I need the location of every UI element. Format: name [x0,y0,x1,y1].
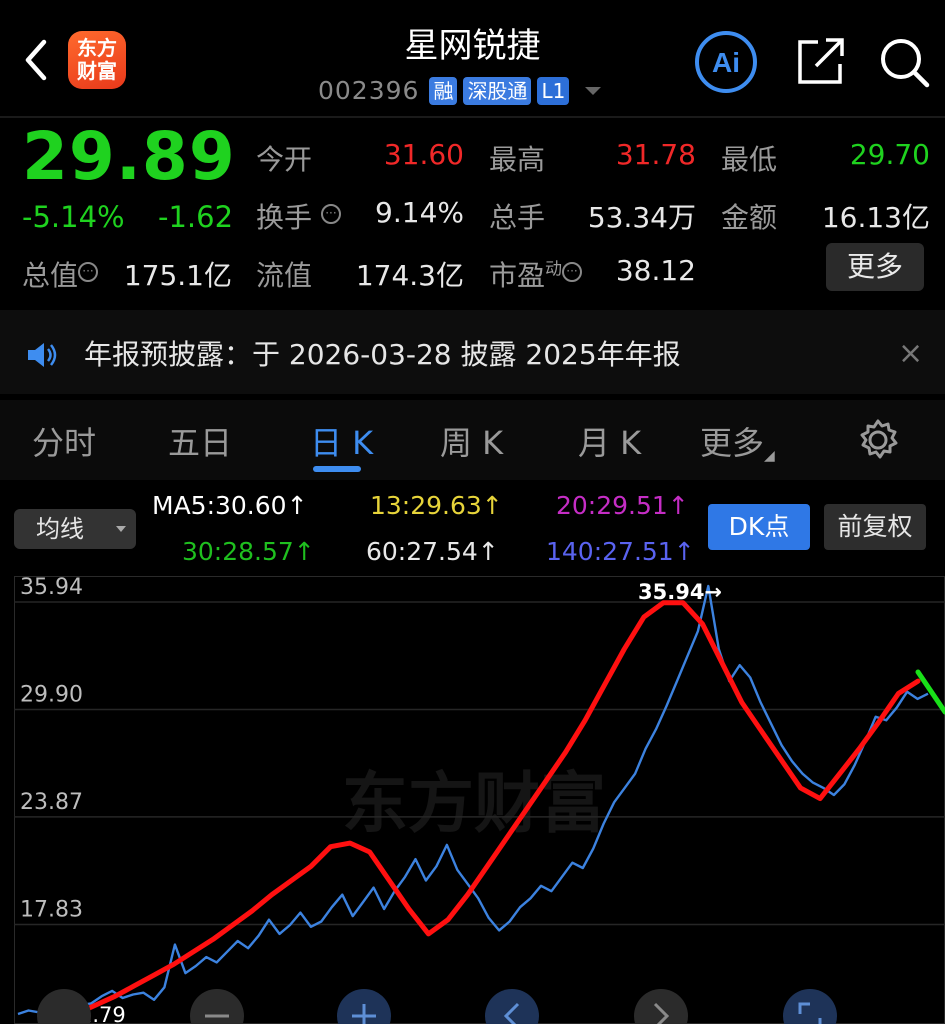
tab-monthly-k[interactable]: 月 K [578,418,641,464]
pe-value: 38.12 [615,254,696,287]
high-value: 31.78 [615,138,696,171]
chart-watermark: 东方财富 [342,765,606,842]
low-label: 最低 [721,143,778,176]
total-cap-value: 175.1亿 [123,259,232,292]
pe-sup: 动 [545,259,563,280]
pe-label: 市盈动 ··· [489,254,583,294]
ma60-value: 60:27.54↑ [366,537,499,566]
tab-more-caret-icon: ◢ [764,448,775,464]
search-icon[interactable] [878,36,930,88]
notice-text: 年报预披露：于 2026-03-28 披露 2025年年报 [84,338,681,371]
notice-close-icon[interactable]: × [898,336,923,371]
y-tick-label: 23.87 [20,790,83,815]
turnover-label: 换手 ··· [256,196,341,236]
change-percent: -5.14% [22,200,125,234]
high-label: 最高 [489,143,546,176]
tab-five-day[interactable]: 五日 [168,418,232,464]
amount-label: 金额 [721,201,778,234]
speaker-icon [28,343,57,367]
y-tick-label: 35.94 [20,576,83,600]
stock-subline: 002396 融 深股通 L1 [318,76,602,105]
open-value: 31.60 [383,138,464,171]
current-price: 29.89 [22,118,236,195]
pe-info-icon[interactable]: ··· [562,261,583,282]
total-cap-info-icon[interactable]: ··· [78,261,99,282]
y-tick-label: 17.83 [20,897,83,922]
margin-tag: 融 [429,76,458,105]
ma13-value: 13:29.63↑ [370,491,503,520]
connect-tag: 深股通 [463,76,532,105]
low-value: 29.70 [849,138,930,171]
volume-label: 总手 [489,201,546,234]
y-tick-label: 29.90 [20,683,83,708]
high-price-marker: 35.94→ [638,580,722,604]
dropdown-icon[interactable] [585,86,602,95]
float-cap-label: 流值 [256,259,313,292]
tab-weekly-k[interactable]: 周 K [440,418,503,464]
kline-chart[interactable]: 东方财富 35.9429.9023.8717.83 35.94→ ←11.79 [14,576,945,1024]
ai-assistant-icon[interactable]: Ai [694,30,758,94]
open-label: 今开 [256,143,313,176]
turnover-value: 9.14% [375,196,464,229]
ma-selector[interactable]: 均线 [14,509,136,549]
tab-more[interactable]: 更多◢ [700,418,775,464]
gear-icon[interactable] [856,418,900,462]
tab-daily-k[interactable]: 日 K [310,418,373,464]
float-cap-value: 174.3亿 [355,259,464,292]
stock-code: 002396 [318,76,420,105]
price-adjust-button[interactable]: 前复权 [824,504,926,550]
change-amount: -1.62 [158,200,234,234]
volume-value: 53.34万 [587,201,696,234]
ma30-value: 30:28.57↑ [182,537,315,566]
share-icon[interactable] [796,36,846,86]
level-tag: L1 [537,76,570,105]
ma5-value: MA5:30.60↑ [152,491,308,520]
dk-point-button[interactable]: DK点 [708,504,810,550]
active-tab-indicator [313,466,361,472]
total-cap-label: 总值 ··· [22,254,99,294]
ma20-value: 20:29.51↑ [556,491,689,520]
turnover-info-icon[interactable]: ··· [320,203,341,224]
ma140-value: 140:27.51↑ [546,537,695,566]
tab-intraday[interactable]: 分时 [32,418,96,464]
amount-value: 16.13亿 [821,201,930,234]
ai-label: Ai [712,47,740,78]
more-quote-button[interactable]: 更多 [826,243,924,291]
